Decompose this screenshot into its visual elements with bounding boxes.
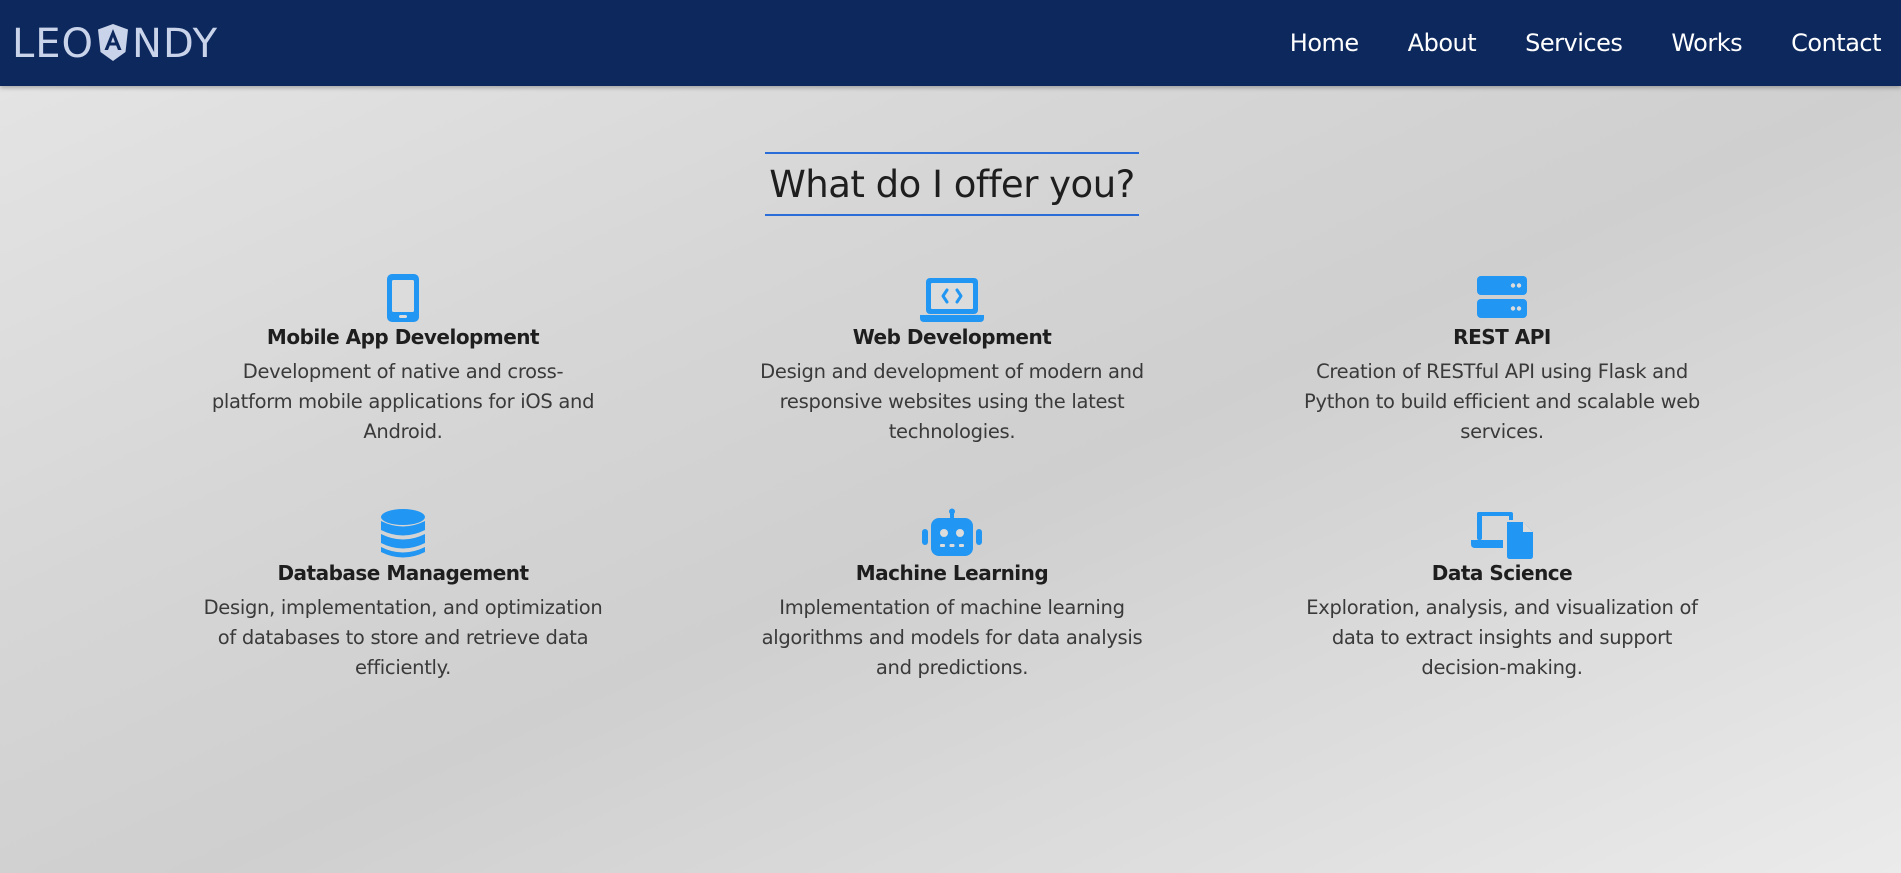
service-card-web: Web Development Design and development o… [742,272,1162,447]
navbar: LEO NDY Home About Services Works Contac… [0,0,1901,86]
service-description: Design, implementation, and optimization… [203,596,603,679]
service-card-database: Database Management Design, implementati… [193,508,613,683]
service-card-machine-learning: Machine Learning Implementation of machi… [742,508,1162,683]
service-card-mobile: Mobile App Development Development of na… [193,272,613,447]
angular-shield-icon [98,24,129,61]
service-title: REST API [1453,325,1551,349]
service-title: Database Management [277,561,529,585]
logo-text-right: NDY [132,21,219,67]
main-nav: Home About Services Works Contact [1241,0,1882,86]
nav-home[interactable]: Home [1290,29,1359,57]
nav-services[interactable]: Services [1525,29,1623,57]
service-description: Design and development of modern and res… [760,360,1144,443]
service-title: Data Science [1431,561,1573,585]
database-icon [381,509,425,558]
laptop-file-icon [1471,512,1533,559]
section-heading-frame: What do I offer you? [765,152,1139,216]
robot-icon [922,508,982,556]
service-card-rest-api: REST API Creation of RESTful API using F… [1292,272,1712,447]
service-title: Mobile App Development [266,325,540,349]
service-description: Exploration, analysis, and visualization… [1306,596,1698,679]
section-title: What do I offer you? [769,162,1135,206]
server-icon [1477,276,1527,318]
service-card-data-science: Data Science Exploration, analysis, and … [1292,508,1712,683]
service-title: Web Development [852,325,1052,349]
site-logo[interactable]: LEO NDY [12,21,219,67]
mobile-phone-icon [387,274,419,322]
laptop-code-icon [920,278,984,322]
service-description: Creation of RESTful API using Flask and … [1304,360,1700,443]
nav-works[interactable]: Works [1671,29,1742,57]
service-description: Development of native and cross-platform… [211,360,595,443]
nav-about[interactable]: About [1408,29,1477,57]
service-title: Machine Learning [855,561,1049,585]
logo-text-left: LEO [12,21,95,67]
nav-contact[interactable]: Contact [1791,29,1881,57]
service-description: Implementation of machine learning algor… [761,596,1143,679]
